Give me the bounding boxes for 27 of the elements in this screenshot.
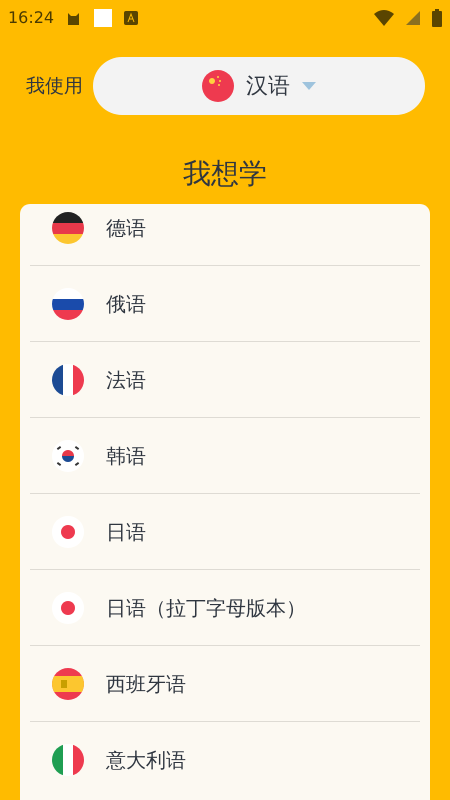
battery-icon: [432, 9, 442, 27]
flag-icon: [52, 212, 84, 244]
flag-icon: [52, 668, 84, 700]
signal-icon: [406, 11, 420, 25]
language-dropdown[interactable]: 汉语: [93, 57, 425, 115]
language-item[interactable]: 俄语: [30, 266, 420, 342]
flag-icon: [52, 440, 84, 472]
language-item[interactable]: 韩语: [30, 418, 420, 494]
flag-icon: [52, 364, 84, 396]
language-item[interactable]: 法语: [30, 342, 420, 418]
language-item[interactable]: 意大利语: [30, 722, 420, 798]
notification-icon: [94, 9, 112, 27]
language-item[interactable]: 德语: [30, 204, 420, 266]
flag-icon: [52, 744, 84, 776]
flag-icon: [52, 288, 84, 320]
wifi-icon: [374, 10, 394, 26]
flag-icon: [52, 592, 84, 624]
language-item[interactable]: 西班牙语: [30, 646, 420, 722]
language-item[interactable]: 日语（拉丁字母版本）: [30, 570, 420, 646]
status-time: 16:24: [8, 7, 54, 29]
app-icon: [124, 11, 138, 25]
flag-icon: [52, 516, 84, 548]
section-title: 我想学: [182, 156, 268, 192]
language-item[interactable]: 日语: [30, 494, 420, 570]
flag-icon: [202, 70, 234, 102]
native-language-label: 我使用: [26, 74, 83, 99]
caret-icon: [302, 82, 316, 90]
